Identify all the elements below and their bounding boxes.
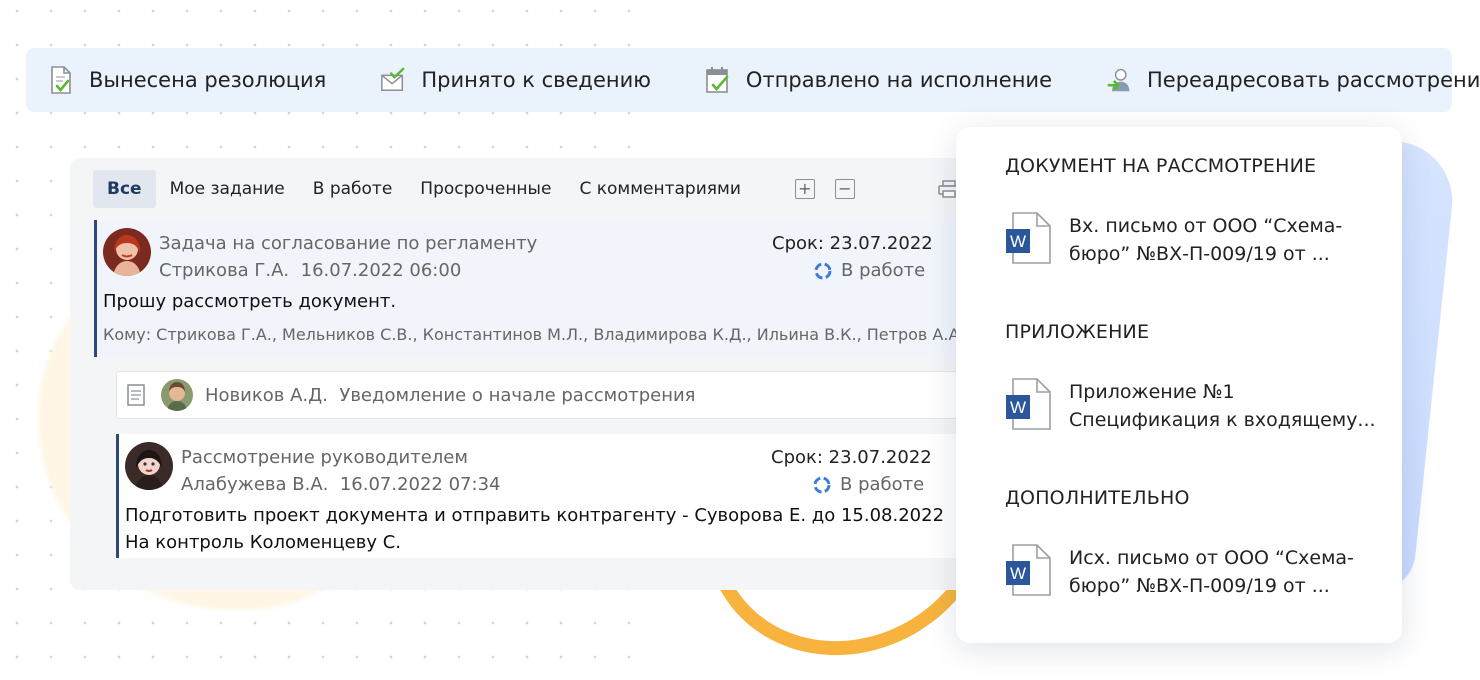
svg-text:W: W — [1010, 398, 1026, 417]
avatar — [103, 228, 151, 276]
task-author-line: Стрикова Г.А. 16.07.2022 06:00 — [159, 260, 461, 281]
notice-message: Уведомление о начале рассмотрения — [339, 384, 696, 406]
document-icon — [127, 384, 145, 406]
document-name-line: Вх. письмо от ООО “Схема- — [1069, 215, 1343, 237]
acknowledged-label: Принято к сведению — [421, 68, 651, 92]
tasks-panel: Все Мое задание В работе Просроченные С … — [70, 158, 970, 590]
document-name: Приложение №1 Спецификация к входящему..… — [1069, 378, 1376, 434]
sent-for-execution-label: Отправлено на исполнение — [745, 68, 1053, 92]
task-author: Стрикова Г.А. — [159, 260, 290, 281]
in-progress-icon — [814, 262, 832, 279]
word-doc-icon: W — [1006, 544, 1051, 596]
task-body-line: На контроль Коломенцеву С. — [125, 532, 402, 553]
acknowledged-button[interactable]: Принято к сведению — [380, 65, 651, 95]
task-author: Алабужева В.А. — [181, 474, 329, 495]
svg-text:W: W — [1010, 564, 1026, 583]
task-body: Прошу рассмотреть документ. — [103, 291, 397, 312]
task-status: В работе — [812, 474, 924, 495]
task-body: Подготовить проект документа и отправить… — [125, 502, 944, 556]
avatar — [161, 379, 193, 411]
tab-in-progress[interactable]: В работе — [299, 170, 407, 208]
section-title: ДОПОЛНИТЕЛЬНО — [1005, 487, 1190, 509]
task-status: В работе — [813, 260, 925, 281]
document-name-line: Исх. письмо от ООО “Схема- — [1069, 547, 1354, 569]
expand-all-button[interactable]: + — [794, 179, 815, 199]
action-toolbar: Вынесена резолюция Принято к сведению От… — [26, 48, 1480, 112]
task-card[interactable]: Рассмотрение руководителем Алабужева В.А… — [116, 434, 970, 558]
task-due: Срок: 23.07.2022 — [772, 233, 933, 254]
resolution-label: Вынесена резолюция — [89, 68, 327, 92]
calendar-check-icon — [705, 65, 731, 95]
task-datetime: 16.07.2022 07:34 — [339, 474, 501, 495]
user-forward-icon — [1106, 65, 1132, 95]
task-datetime: 16.07.2022 06:00 — [300, 260, 462, 281]
word-doc-icon: W — [1006, 212, 1051, 264]
filter-tabs: Все Мое задание В работе Просроченные С … — [93, 170, 855, 208]
redirect-review-button[interactable]: Переадресовать рассмотрение — [1106, 65, 1480, 95]
sent-for-execution-button[interactable]: Отправлено на исполнение — [705, 65, 1052, 95]
task-title: Задача на согласование по регламенту — [159, 233, 538, 254]
document-name-line: бюро” №ВХ-П-009/19 от ... — [1069, 243, 1330, 265]
task-status-label: В работе — [840, 474, 925, 495]
tab-my-task[interactable]: Мое задание — [156, 170, 299, 208]
word-doc-icon: W — [1006, 378, 1051, 430]
document-name: Исх. письмо от ООО “Схема- бюро” №ВХ-П-0… — [1069, 544, 1354, 600]
section-title: ПРИЛОЖЕНИЕ — [1005, 321, 1150, 343]
document-item[interactable]: W Вх. письмо от ООО “Схема- бюро” №ВХ-П-… — [1005, 212, 1342, 268]
resolution-button[interactable]: Вынесена резолюция — [48, 65, 326, 95]
task-body-line: Подготовить проект документа и отправить… — [125, 505, 945, 526]
envelope-check-icon — [380, 65, 406, 95]
document-item[interactable]: W Исх. письмо от ООО “Схема- бюро” №ВХ-П… — [1005, 544, 1354, 600]
tab-overdue[interactable]: Просроченные — [406, 170, 565, 208]
document-name-line: Приложение №1 — [1069, 381, 1235, 403]
screen: Вынесена резолюция Принято к сведению От… — [0, 0, 1480, 680]
redirect-review-label: Переадресовать рассмотрение — [1147, 68, 1480, 92]
document-item[interactable]: W Приложение №1 Спецификация к входящему… — [1005, 378, 1376, 434]
documents-card: ДОКУМЕНТ НА РАССМОТРЕНИЕ W Вх. письмо от… — [956, 127, 1402, 643]
in-progress-icon — [813, 476, 831, 493]
tab-all[interactable]: Все — [93, 170, 156, 208]
collapse-all-button[interactable]: − — [834, 179, 855, 199]
task-author-line: Алабужева В.А. 16.07.2022 07:34 — [181, 474, 500, 495]
task-due: Срок: 23.07.2022 — [771, 447, 932, 468]
task-title: Рассмотрение руководителем — [181, 447, 468, 468]
tab-with-comments[interactable]: С комментариями — [565, 170, 754, 208]
document-name: Вх. письмо от ООО “Схема- бюро” №ВХ-П-00… — [1069, 212, 1342, 268]
svg-text:W: W — [1010, 232, 1026, 251]
section-title: ДОКУМЕНТ НА РАССМОТРЕНИЕ — [1005, 155, 1317, 177]
doc-check-icon — [48, 65, 74, 95]
notice-text: Новиков А.Д. Уведомление о начале рассмо… — [205, 385, 696, 406]
document-name-line: бюро” №ВХ-П-009/19 от ... — [1069, 575, 1330, 597]
task-card[interactable]: Задача на согласование по регламенту Стр… — [94, 220, 970, 357]
task-status-label: В работе — [841, 260, 926, 281]
notice-author: Новиков А.Д. — [205, 384, 328, 406]
avatar — [125, 442, 173, 490]
document-name-line: Спецификация к входящему... — [1069, 409, 1376, 431]
task-recipients: Кому: Стрикова Г.А., Мельников С.В., Кон… — [103, 325, 970, 344]
notice-row[interactable]: Новиков А.Д. Уведомление о начале рассмо… — [116, 371, 970, 419]
